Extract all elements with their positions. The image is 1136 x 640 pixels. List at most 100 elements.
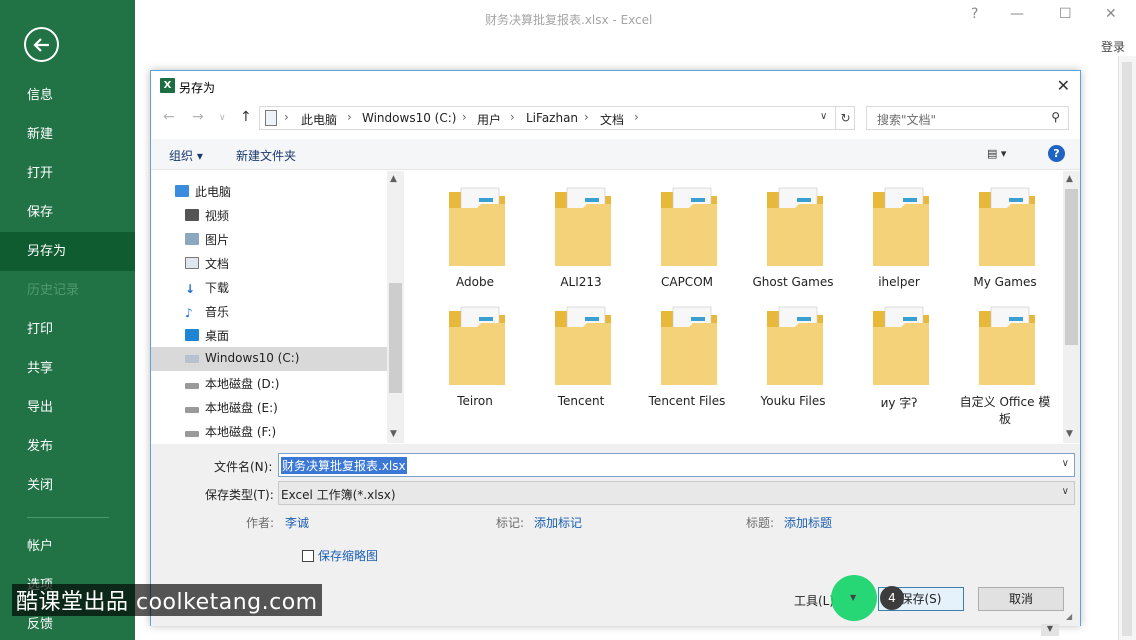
nav-save[interactable]: 保存 bbox=[0, 193, 135, 232]
folder-item[interactable]: Ghost Games bbox=[743, 171, 843, 291]
save-thumbnail-label[interactable]: 保存缩略图 bbox=[318, 547, 378, 564]
new-folder-button[interactable]: 新建文件夹 bbox=[236, 147, 296, 164]
navigation-pane: 此电脑 视频 图片 文档 ↓ 下载 ♪ 音乐 桌面 Windows10 (C:) 本… bbox=[151, 171, 405, 443]
view-options-icon[interactable]: ▤ ▾ bbox=[987, 147, 1006, 160]
tree-drive-f[interactable]: 本地磁盘 (F:) bbox=[151, 419, 387, 443]
search-icon: ⚲ bbox=[1051, 110, 1060, 124]
breadcrumb-separator: › bbox=[634, 110, 639, 124]
scroll-down-icon[interactable]: ▼ bbox=[1066, 429, 1073, 439]
breadcrumb-drive[interactable]: Windows10 (C:) bbox=[362, 111, 456, 125]
nav-share[interactable]: 共享 bbox=[0, 349, 135, 388]
nav-new[interactable]: 新建 bbox=[0, 115, 135, 154]
tree-documents[interactable]: 文档 bbox=[151, 251, 387, 275]
nav-publish[interactable]: 发布 bbox=[0, 427, 135, 466]
help-button[interactable]: ? bbox=[971, 6, 978, 22]
folder-item[interactable]: 自定义 Office 模板 bbox=[955, 290, 1055, 426]
click-indicator: ▼ bbox=[831, 575, 877, 621]
back-nav-icon[interactable]: ← bbox=[163, 109, 175, 125]
organize-button[interactable]: 组织 ▾ bbox=[169, 147, 203, 164]
tags-field[interactable]: 添加标记 bbox=[534, 514, 582, 531]
refresh-icon[interactable]: ↻ bbox=[835, 106, 855, 130]
tree-videos[interactable]: 视频 bbox=[151, 203, 387, 227]
search-input[interactable]: 搜索"文档" ⚲ bbox=[866, 106, 1069, 130]
folder-item[interactable]: Adobe bbox=[425, 171, 525, 291]
breadcrumb-user[interactable]: LiFazhan bbox=[526, 111, 578, 125]
search-placeholder: 搜索"文档" bbox=[877, 113, 937, 127]
nav-divider bbox=[27, 517, 109, 518]
nav-export[interactable]: 导出 bbox=[0, 388, 135, 427]
close-icon[interactable]: ✕ bbox=[1105, 6, 1117, 22]
tree-this-pc[interactable]: 此电脑 bbox=[151, 179, 387, 203]
breadcrumb-separator: › bbox=[510, 110, 515, 124]
folder-icon bbox=[448, 306, 506, 386]
help-icon[interactable]: ? bbox=[1048, 145, 1065, 162]
filetype-value: Excel 工作簿(*.xlsx) bbox=[281, 488, 396, 502]
filetype-dropdown-icon[interactable]: ∨ bbox=[1062, 486, 1069, 497]
folder-item[interactable]: Tencent Files bbox=[637, 290, 737, 410]
navigation-scrollbar[interactable]: ▲ ▼ bbox=[387, 171, 404, 443]
title-label: 标题: bbox=[746, 516, 775, 530]
nav-account[interactable]: 帐户 bbox=[0, 527, 135, 566]
breadcrumb-users[interactable]: 用户 bbox=[477, 111, 501, 128]
dialog-close-icon[interactable]: ✕ bbox=[1057, 76, 1070, 95]
filename-label: 文件名(N): bbox=[214, 460, 273, 474]
nav-save-as[interactable]: 另存为 bbox=[0, 232, 135, 271]
address-dropdown-icon[interactable]: ∨ bbox=[820, 111, 827, 122]
nav-open[interactable]: 打开 bbox=[0, 154, 135, 193]
title-field[interactable]: 添加标题 bbox=[784, 514, 832, 531]
filetype-select[interactable]: Excel 工作簿(*.xlsx) ∨ bbox=[278, 481, 1075, 505]
scroll-up-icon[interactable]: ▲ bbox=[390, 174, 397, 184]
address-bar[interactable]: › 此电脑 › Windows10 (C:) › 用户 › LiFazhan ›… bbox=[259, 106, 855, 130]
tree-desktop[interactable]: 桌面 bbox=[151, 323, 387, 347]
breadcrumb-this-pc[interactable]: 此电脑 bbox=[301, 111, 337, 128]
folder-icon bbox=[766, 187, 824, 267]
window-title: 财务决算批复报表.xlsx - Excel bbox=[485, 13, 653, 27]
video-icon bbox=[185, 209, 199, 221]
resize-grip-icon[interactable]: ◢ bbox=[1066, 612, 1072, 621]
folder-item[interactable]: My Games bbox=[955, 171, 1055, 291]
folder-icon bbox=[766, 306, 824, 386]
nav-close[interactable]: 关闭 bbox=[0, 466, 135, 505]
folder-item[interactable]: Tencent bbox=[531, 290, 631, 410]
folder-item[interactable]: ALI213 bbox=[531, 171, 631, 291]
recent-chevron-icon[interactable]: ∨ bbox=[219, 113, 226, 123]
scroll-down-icon[interactable]: ▼ bbox=[390, 429, 397, 439]
breadcrumb-documents[interactable]: 文档 bbox=[600, 111, 624, 128]
tree-downloads[interactable]: ↓ 下载 bbox=[151, 275, 387, 299]
filename-input[interactable]: 财务决算批复报表.xlsx ∨ bbox=[278, 453, 1075, 477]
nav-print[interactable]: 打印 bbox=[0, 310, 135, 349]
tools-button[interactable]: 工具(L) bbox=[794, 592, 834, 609]
up-nav-icon[interactable]: ↑ bbox=[240, 109, 252, 125]
folder-item[interactable]: Teiron bbox=[425, 290, 525, 410]
file-list-scrollbar[interactable]: ▲ ▼ bbox=[1063, 171, 1080, 443]
filename-dropdown-icon[interactable]: ∨ bbox=[1062, 458, 1069, 469]
tree-drive-e[interactable]: 本地磁盘 (E:) bbox=[151, 395, 387, 419]
documents-path-icon bbox=[265, 110, 277, 126]
folder-item[interactable]: иу 字ʔ bbox=[849, 290, 949, 410]
breadcrumb-separator: › bbox=[584, 110, 589, 124]
folder-label: Youku Files bbox=[760, 394, 826, 408]
cancel-button[interactable]: 取消 bbox=[978, 587, 1064, 611]
folder-item[interactable]: ihelper bbox=[849, 171, 949, 291]
nav-info[interactable]: 信息 bbox=[0, 76, 135, 115]
scroll-up-icon[interactable]: ▲ bbox=[1066, 174, 1073, 184]
tree-drive-d[interactable]: 本地磁盘 (D:) bbox=[151, 371, 387, 395]
author-field[interactable]: 李诚 bbox=[285, 514, 309, 531]
folder-icon bbox=[978, 187, 1036, 267]
folder-item[interactable]: CAPCOM bbox=[637, 171, 737, 291]
minimize-icon[interactable]: — bbox=[1010, 6, 1024, 22]
save-thumbnail-checkbox[interactable] bbox=[302, 550, 314, 562]
watermark: 酷课堂出品 coolketang.com bbox=[12, 584, 322, 616]
back-arrow-icon[interactable] bbox=[24, 27, 59, 62]
tree-pictures[interactable]: 图片 bbox=[151, 227, 387, 251]
folder-item[interactable]: Youku Files bbox=[743, 290, 843, 410]
maximize-icon[interactable]: ☐ bbox=[1059, 6, 1072, 22]
tree-music[interactable]: ♪ 音乐 bbox=[151, 299, 387, 323]
tools-dropdown-icon[interactable]: ▼ bbox=[850, 593, 856, 602]
desktop-icon bbox=[185, 329, 199, 341]
forward-nav-icon[interactable]: → bbox=[192, 109, 204, 125]
page-scrollbar[interactable] bbox=[1118, 56, 1136, 640]
login-link[interactable]: 登录 bbox=[1101, 38, 1125, 55]
scroll-down-icon[interactable]: ▼ bbox=[1041, 624, 1059, 636]
tree-drive-c[interactable]: Windows10 (C:) bbox=[151, 347, 387, 371]
